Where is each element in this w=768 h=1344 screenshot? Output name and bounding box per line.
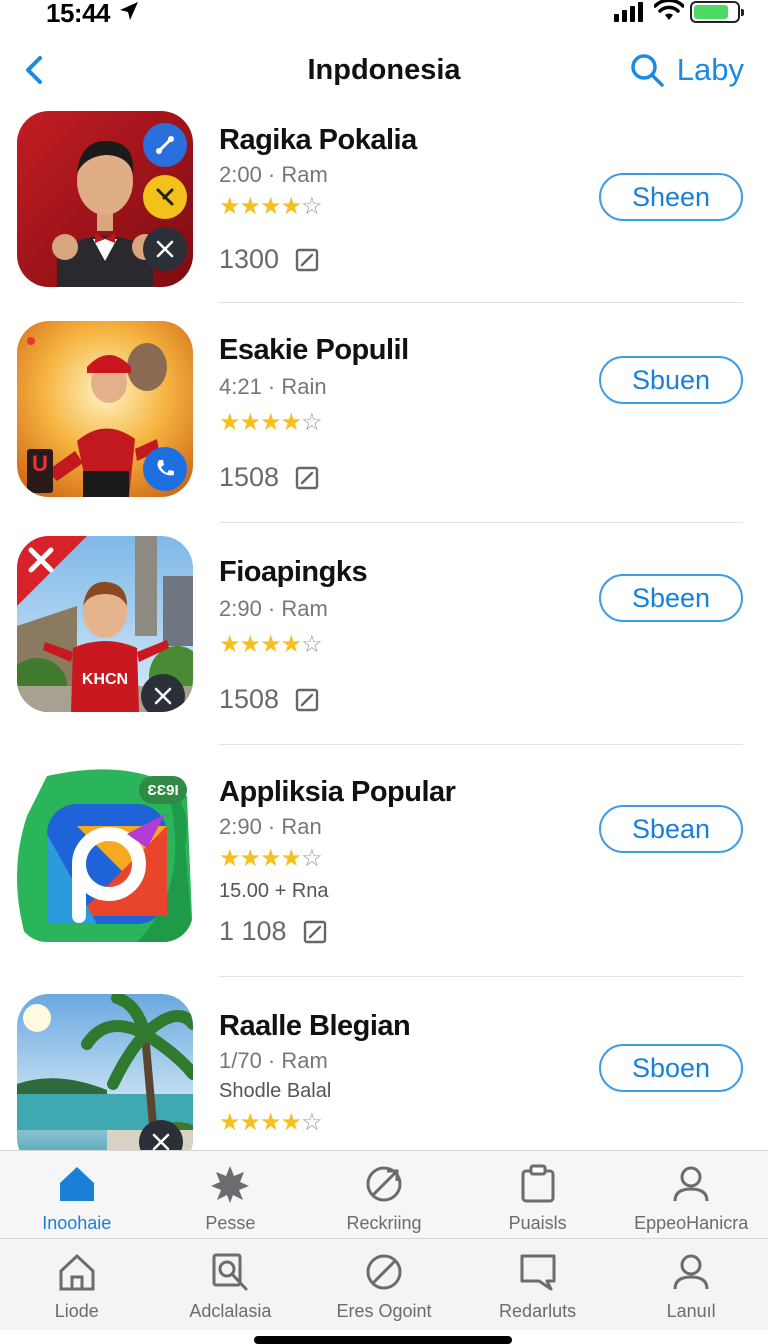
rating-stars: ★★★★☆ [219,631,323,658]
tab-label: Pesse [205,1213,256,1233]
battery-icon [690,1,744,23]
tab-profile[interactable]: EppeoHanicra [614,1151,768,1238]
row-divider [219,522,743,523]
tab-adclalasia[interactable]: Adclalasia [154,1239,308,1330]
tab-home[interactable]: Inoohaie [0,1151,154,1238]
tab-label: EppeoHanicra [634,1213,749,1233]
rating-stars: ★★★★☆ [219,409,323,436]
app-meta: 2:90 · Ran [219,814,322,839]
tab-liode[interactable]: Liode [0,1239,154,1330]
tab-bar-primary: Inoohaie Pesse Reckriing Puaisls EppeoHa… [0,1150,768,1238]
count-value: 1508 [219,684,280,714]
edit-icon [295,688,319,711]
home-indicator[interactable] [254,1336,512,1344]
home-icon [59,1167,94,1201]
get-button[interactable]: Sbeen [599,574,743,622]
count-value: 1 108 [219,916,287,946]
status-time: 15:44 [46,0,111,28]
edit-icon [295,466,319,489]
app-name[interactable]: Esakie Populil [219,334,409,367]
rating-stars: ★★★★☆ [219,1109,323,1136]
close-badge-icon [141,674,185,712]
row-divider [219,302,743,303]
svg-text:U: U [32,451,48,476]
app-name[interactable]: Raalle Blegian [219,1010,411,1043]
status-bar: 15:44 [0,0,768,30]
row-divider [219,744,743,745]
person-icon [673,1166,709,1202]
rating-stars: ★★★★☆ [219,193,323,220]
phone-badge-icon [143,447,187,491]
get-button[interactable]: Sbuen [599,356,743,404]
app-name[interactable]: Appliksia Popular [219,776,456,809]
app-meta: 4:21 · Rain [219,374,327,399]
app-name[interactable]: Ragika Pokalia [219,124,417,157]
clipboard-icon [521,1164,555,1203]
get-button[interactable]: Sboen [599,1044,743,1092]
tab-label: Inoohaie [42,1213,112,1233]
app-icon[interactable]: U [17,321,193,497]
tab-label: Puaisls [508,1213,567,1233]
get-button[interactable]: Sheen [599,173,743,221]
signal-icon [614,2,643,22]
app-icon[interactable] [17,994,193,1150]
compass-icon [366,1166,402,1202]
tab-puaisls[interactable]: Puaisls [461,1151,615,1238]
app-meta: 2:90 · Ram [219,596,328,621]
tab-reckriing[interactable]: Reckriing [307,1151,461,1238]
edit-icon [303,920,326,943]
home-outline-icon [59,1253,95,1291]
tab-lanuil[interactable]: Lanuıl [614,1239,768,1330]
app-icon[interactable]: KHCN [17,536,193,712]
tab-pesse[interactable]: Pesse [154,1151,308,1238]
tab-label: Adclalasia [189,1301,272,1321]
search-button[interactable]: Laby [629,50,744,90]
app-count: 1300 [219,244,319,275]
tab-label: Redarluts [499,1301,577,1321]
app-name[interactable]: Fioapingks [219,556,368,589]
app-extra: Shodle Balal [219,1080,332,1102]
tab-bar-secondary: Liode Adclalasia Eres Ogoint Redarluts L… [0,1238,768,1330]
wifi-icon [654,0,684,20]
app-extra: 15.00 + Rna [219,880,329,902]
location-arrow-icon [120,2,138,20]
tab-label: Liode [54,1301,99,1321]
app-count: 1508 [219,684,319,715]
search-label: Laby [676,52,744,87]
tab-eres-ogoint[interactable]: Eres Ogoint [307,1239,461,1330]
search-icon [631,54,664,87]
search-doc-icon [212,1253,248,1291]
edit-icon [295,248,319,271]
app-count: 1 108 [219,916,327,947]
star-burst-icon [211,1166,250,1203]
rating-stars: ★★★★☆ [219,845,323,872]
version-badge-text: ƐƐ9Ɩ [147,781,179,799]
row-divider [219,976,743,977]
get-button[interactable]: Sbean [599,805,743,853]
app-list[interactable]: Ragika Pokalia 2:00 · Ram ★★★★☆ 1300 She… [0,104,768,1150]
app-meta: 1/70 · Ram [219,1048,328,1073]
chat-square-icon [520,1254,556,1291]
close-badge-icon [143,227,187,271]
svg-text:KHCN: KHCN [82,671,128,688]
prohibited-icon [366,1254,402,1290]
link-badge-icon [143,123,187,167]
person-outline-icon [673,1254,709,1290]
count-value: 1300 [219,244,280,274]
navigation-bar: Inpdonesia Laby [0,40,768,100]
app-icon[interactable]: ƐƐ9Ɩ [17,766,193,942]
tab-label: Reckriing [346,1213,422,1233]
app-meta: 2:00 · Ram [219,162,328,187]
app-icon[interactable] [17,111,193,287]
app-count: 1508 [219,462,319,493]
tab-label: Lanuıl [666,1301,716,1321]
tab-redarluts[interactable]: Redarluts [461,1239,615,1330]
count-value: 1508 [219,462,280,492]
version-badge: ƐƐ9Ɩ [139,776,187,804]
tab-label: Eres Ogoint [336,1301,432,1321]
tools-badge-icon [143,175,187,219]
